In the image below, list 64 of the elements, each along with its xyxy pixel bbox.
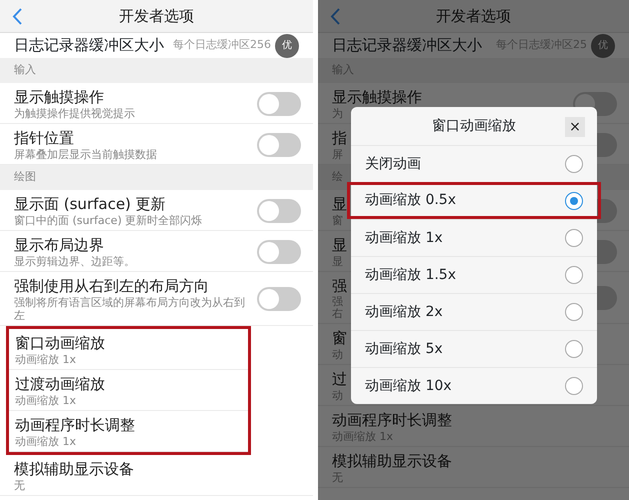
dialog-option[interactable]: 动画缩放 2x xyxy=(351,293,597,330)
setting-title: 动画程序时长调整 xyxy=(332,410,452,430)
radio-button[interactable] xyxy=(565,155,583,173)
setting-title: 窗 xyxy=(332,328,347,348)
toggle-switch[interactable] xyxy=(257,92,301,116)
close-button[interactable]: × xyxy=(565,117,585,137)
setting-description: 动画缩放 1x xyxy=(15,435,78,448)
setting-title: 日志记录器缓冲区大小 xyxy=(332,35,482,56)
highlighted-option[interactable]: 动画缩放 0.5x xyxy=(347,182,601,219)
radio-button[interactable] xyxy=(565,377,583,395)
setting-title: 显示布局边界 xyxy=(14,235,105,255)
back-icon[interactable] xyxy=(12,8,22,25)
setting-description: 无 xyxy=(14,479,26,492)
option-label: 动画缩放 0.5x xyxy=(365,191,456,210)
setting-title: 强 xyxy=(332,276,347,296)
setting-description: 动画缩放 1x xyxy=(15,353,78,366)
setting-description: 强制将所有语言区域的屏幕布局方向改为从右到左 xyxy=(14,296,246,322)
section-header: 绘图 xyxy=(0,165,313,190)
radio-button[interactable] xyxy=(565,192,583,210)
dialog-option[interactable]: 动画缩放 10x xyxy=(351,367,597,404)
setting-title: 日志记录器缓冲区大小 xyxy=(14,35,164,56)
dialog-option[interactable]: 动画缩放 1.5x xyxy=(351,256,597,293)
setting-title: 动画程序时长调整 xyxy=(15,415,135,435)
setting-value: 每个日志缓冲区256 xyxy=(173,37,271,54)
setting-title: 显 xyxy=(332,235,347,255)
dialog-title: 窗口动画缩放 xyxy=(432,116,516,136)
dialog-option[interactable]: 动画缩放 5x xyxy=(351,330,597,367)
toggle-switch[interactable] xyxy=(257,240,301,264)
setting-title: 强制使用从右到左的布局方向 xyxy=(14,276,210,296)
option-label: 动画缩放 2x xyxy=(365,302,443,322)
setting-title: 指针位置 xyxy=(14,128,75,148)
setting-description: 显示剪辑边界、边距等。 xyxy=(14,255,135,268)
radio-button[interactable] xyxy=(565,266,583,284)
setting-description: 窗口中的面 (surface) 更新时全部闪烁 xyxy=(14,214,202,227)
dialog-option[interactable]: 关闭动画 xyxy=(351,145,597,182)
dialog-option[interactable]: 动画缩放 1x xyxy=(351,219,597,256)
section-header: 输入 xyxy=(0,58,313,83)
floating-badge[interactable]: 优 xyxy=(275,34,299,58)
radio-button[interactable] xyxy=(565,340,583,358)
option-label: 动画缩放 10x xyxy=(365,376,452,396)
setting-title: 过 xyxy=(332,369,347,390)
option-label: 动画缩放 1x xyxy=(365,228,443,248)
toggle-switch[interactable] xyxy=(257,132,301,156)
setting-title: 指 xyxy=(332,128,347,148)
toggle-switch[interactable] xyxy=(257,198,301,222)
back-icon[interactable] xyxy=(330,8,340,25)
setting-title: 窗口动画缩放 xyxy=(15,333,105,353)
option-label: 动画缩放 1.5x xyxy=(365,266,456,284)
option-label: 动画缩放 5x xyxy=(365,340,443,358)
screen-title: 开发者选项 xyxy=(436,6,511,27)
setting-title: 过渡动画缩放 xyxy=(15,374,105,394)
setting-title: 显示面 (surface) 更新 xyxy=(14,194,167,214)
radio-button[interactable] xyxy=(565,303,583,321)
toggle-switch[interactable] xyxy=(257,287,301,311)
setting-title: 显示触摸操作 xyxy=(332,87,422,107)
setting-description: 动画缩放 1x xyxy=(15,394,78,407)
setting-title: 显 xyxy=(332,194,347,214)
radio-button[interactable] xyxy=(565,229,583,247)
setting-title: 模拟辅助显示设备 xyxy=(332,451,452,472)
screen-title: 开发者选项 xyxy=(119,6,194,27)
setting-title: 显示触摸操作 xyxy=(14,87,105,107)
setting-description: 屏幕叠加层显示当前触摸数据 xyxy=(14,148,157,161)
setting-description: 为触摸操作提供视觉提示 xyxy=(14,107,135,120)
setting-title: 模拟辅助显示设备 xyxy=(14,459,134,479)
